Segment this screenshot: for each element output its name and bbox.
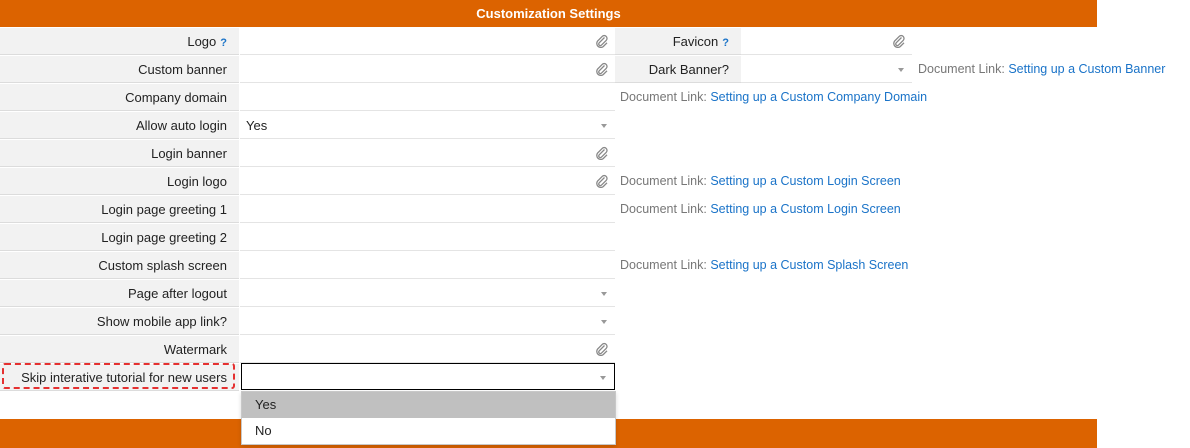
field-label-login-greeting-1: Login page greeting 1 (0, 196, 239, 223)
highlight-box (2, 363, 235, 389)
custom-banner-file-field[interactable] (240, 56, 615, 83)
field-label-favicon: Favicon? (615, 28, 741, 55)
field-label-page-after-logout: Page after logout (0, 280, 239, 307)
mobile-app-link-select[interactable] (240, 308, 615, 335)
form-row-custom-splash: Custom splash screen Document Link: Sett… (0, 252, 1190, 280)
login-banner-file-field[interactable] (240, 140, 615, 167)
doc-link-login-screen[interactable]: Setting up a Custom Login Screen (710, 174, 900, 188)
chevron-down-icon (898, 68, 904, 72)
doc-link-company-domain[interactable]: Setting up a Custom Company Domain (710, 90, 927, 104)
form-row-login-banner: Login banner (0, 140, 1190, 168)
section-header: Customization Settings (0, 0, 1097, 27)
dropdown-option-no[interactable]: No (242, 418, 615, 444)
chevron-down-icon (601, 124, 607, 128)
doc-link-row: Document Link: Setting up a Custom Login… (620, 202, 901, 216)
section-title: Customization Settings (476, 6, 621, 21)
doc-link-row: Document Link: Setting up a Custom Compa… (620, 90, 928, 104)
form-row-company-domain: Company domain Document Link: Setting up… (0, 84, 1190, 112)
form-row-page-after-logout: Page after logout (0, 280, 1190, 308)
field-label-login-greeting-2: Login page greeting 2 (0, 224, 239, 251)
form-row-mobile-app-link: Show mobile app link? (0, 308, 1190, 336)
form-row-watermark: Watermark (0, 336, 1190, 364)
login-greeting-1-input[interactable] (240, 196, 615, 223)
page-after-logout-select[interactable] (240, 280, 615, 307)
field-label-company-domain: Company domain (0, 84, 239, 111)
paperclip-icon[interactable] (595, 342, 609, 356)
form-row-login-greeting-2: Login page greeting 2 (0, 224, 1190, 252)
field-label-custom-banner: Custom banner (0, 56, 239, 83)
field-label-custom-splash: Custom splash screen (0, 252, 239, 279)
company-domain-input[interactable] (240, 84, 615, 111)
paperclip-icon[interactable] (595, 62, 609, 76)
doc-link-row: Document Link: Setting up a Custom Banne… (918, 62, 1166, 76)
field-label-dark-banner: Dark Banner? (615, 56, 741, 83)
doc-link-row: Document Link: Setting up a Custom Splas… (620, 258, 909, 272)
help-icon[interactable]: ? (220, 37, 227, 49)
watermark-file-field[interactable] (240, 336, 615, 363)
paperclip-icon[interactable] (595, 174, 609, 188)
doc-link-custom-banner[interactable]: Setting up a Custom Banner (1008, 62, 1165, 76)
field-label-watermark: Watermark (0, 336, 239, 363)
chevron-down-icon (600, 376, 606, 380)
field-label-mobile-app-link: Show mobile app link? (0, 308, 239, 335)
doc-link-row: Document Link: Setting up a Custom Login… (620, 174, 901, 188)
paperclip-icon[interactable] (595, 146, 609, 160)
form-row-logo: Logo? Favicon? (0, 28, 1190, 56)
favicon-file-field[interactable] (741, 28, 912, 55)
skip-tutorial-select[interactable] (241, 363, 615, 390)
selected-value: Yes (246, 118, 268, 133)
field-label-login-banner: Login banner (0, 140, 239, 167)
form-row-allow-auto-login: Allow auto login Yes (0, 112, 1190, 140)
logo-file-field[interactable] (240, 28, 615, 55)
doc-link-splash-screen[interactable]: Setting up a Custom Splash Screen (710, 258, 908, 272)
paperclip-icon[interactable] (595, 34, 609, 48)
form-row-login-greeting-1: Login page greeting 1 Document Link: Set… (0, 196, 1190, 224)
login-logo-file-field[interactable] (240, 168, 615, 195)
custom-splash-input[interactable] (240, 252, 615, 279)
login-greeting-2-input[interactable] (240, 224, 615, 251)
field-label-login-logo: Login logo (0, 168, 239, 195)
form-row-custom-banner: Custom banner Dark Banner? Document Link… (0, 56, 1190, 84)
field-label-logo: Logo? (0, 28, 239, 55)
help-icon[interactable]: ? (722, 37, 729, 49)
form-row-login-logo: Login logo Document Link: Setting up a C… (0, 168, 1190, 196)
dark-banner-select[interactable] (741, 56, 912, 83)
paperclip-icon[interactable] (892, 34, 906, 48)
chevron-down-icon (601, 320, 607, 324)
doc-link-login-screen[interactable]: Setting up a Custom Login Screen (710, 202, 900, 216)
dropdown-option-yes[interactable]: Yes (242, 392, 615, 418)
field-label-allow-auto-login: Allow auto login (0, 112, 239, 139)
allow-auto-login-select[interactable]: Yes (240, 112, 615, 139)
chevron-down-icon (601, 292, 607, 296)
dropdown-menu: Yes No (241, 391, 616, 445)
